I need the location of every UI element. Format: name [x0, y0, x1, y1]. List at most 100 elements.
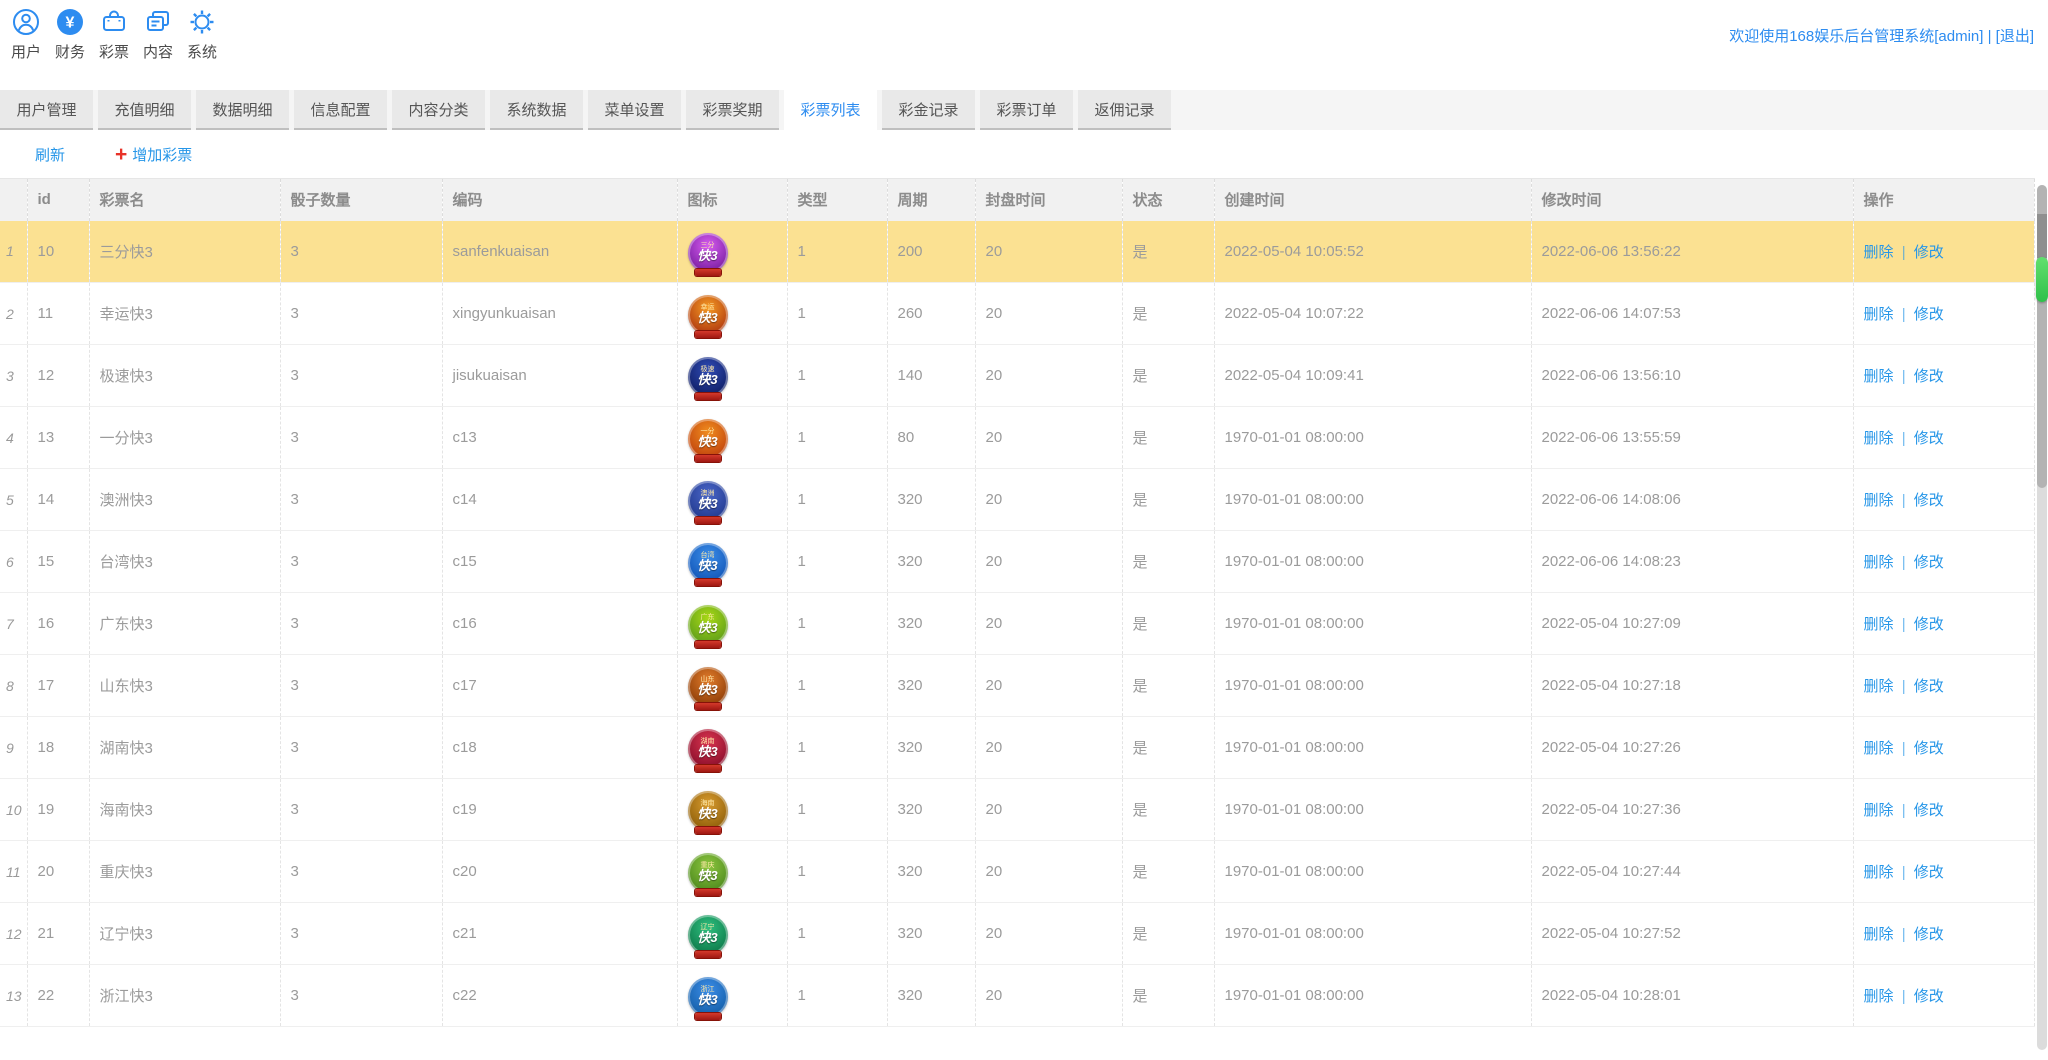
- table-row[interactable]: 7 16 广东快3 3 c16 广东 快3 1 320 20 是 1970-01…: [0, 593, 2034, 655]
- edit-link[interactable]: 修改: [1914, 244, 1944, 261]
- delete-link[interactable]: 删除: [1864, 740, 1894, 757]
- modified-time-cell: 2022-05-04 10:27:52: [1531, 903, 1853, 965]
- close-time-cell: 20: [975, 655, 1122, 717]
- type-cell: 1: [787, 469, 887, 531]
- add-lottery-button[interactable]: + 增加彩票: [115, 144, 192, 165]
- menu-item-finance[interactable]: ¥ 财务: [48, 6, 92, 62]
- tab-lottery-periods[interactable]: 彩票奖期: [686, 90, 779, 130]
- edit-link[interactable]: 修改: [1914, 926, 1944, 943]
- column-header-code: 编码: [442, 179, 677, 221]
- tab-user-management[interactable]: 用户管理: [0, 90, 93, 130]
- cycle-cell: 200: [887, 221, 975, 283]
- menu-label: 彩票: [99, 41, 129, 62]
- tab-content-category[interactable]: 内容分类: [392, 90, 485, 130]
- tab-data-details[interactable]: 数据明细: [196, 90, 289, 130]
- actions-cell: 删除 | 修改: [1853, 717, 2034, 779]
- column-header-cycle: 周期: [887, 179, 975, 221]
- tab-bonus-records[interactable]: 彩金记录: [882, 90, 975, 130]
- edit-link[interactable]: 修改: [1914, 988, 1944, 1005]
- code-cell: c19: [442, 779, 677, 841]
- status-cell: 是: [1122, 531, 1214, 593]
- action-separator: |: [1902, 802, 1906, 819]
- table-row[interactable]: 1 10 三分快3 3 sanfenkuaisan 三分 快3 1 200 20…: [0, 221, 2034, 283]
- lottery-name-cell: 海南快3: [89, 779, 280, 841]
- tab-recharge-details[interactable]: 充值明细: [98, 90, 191, 130]
- delete-link[interactable]: 删除: [1864, 368, 1894, 385]
- scrollbar-thumb-dark-section[interactable]: [2037, 214, 2047, 258]
- edit-link[interactable]: 修改: [1914, 802, 1944, 819]
- status-cell: 是: [1122, 655, 1214, 717]
- edit-link[interactable]: 修改: [1914, 616, 1944, 633]
- table-row[interactable]: 8 17 山东快3 3 c17 山东 快3 1 320 20 是 1970-01…: [0, 655, 2034, 717]
- delete-link[interactable]: 删除: [1864, 554, 1894, 571]
- scrollbar-green-handle[interactable]: [2036, 257, 2048, 302]
- table-row[interactable]: 3 12 极速快3 3 jisukuaisan 极速 快3 1 140 20 是…: [0, 345, 2034, 407]
- table-row[interactable]: 11 20 重庆快3 3 c20 重庆 快3 1 320 20 是 1970-0…: [0, 841, 2034, 903]
- table-row[interactable]: 6 15 台湾快3 3 c15 台湾 快3 1 320 20 是 1970-01…: [0, 531, 2034, 593]
- dice-count-cell: 3: [280, 531, 442, 593]
- cycle-cell: 320: [887, 655, 975, 717]
- table-row[interactable]: 12 21 辽宁快3 3 c21 辽宁 快3 1 320 20 是 1970-0…: [0, 903, 2034, 965]
- tab-rebate-records[interactable]: 返佣记录: [1078, 90, 1171, 130]
- edit-link[interactable]: 修改: [1914, 492, 1944, 509]
- edit-link[interactable]: 修改: [1914, 864, 1944, 881]
- delete-link[interactable]: 删除: [1864, 802, 1894, 819]
- table-row[interactable]: 4 13 一分快3 3 c13 一分 快3 1 80 20 是 1970-01-…: [0, 407, 2034, 469]
- edit-link[interactable]: 修改: [1914, 306, 1944, 323]
- delete-link[interactable]: 删除: [1864, 492, 1894, 509]
- edit-link[interactable]: 修改: [1914, 678, 1944, 695]
- delete-link[interactable]: 删除: [1864, 306, 1894, 323]
- table-row[interactable]: 9 18 湖南快3 3 c18 湖南 快3 1 320 20 是 1970-01…: [0, 717, 2034, 779]
- menu-item-system[interactable]: 系统: [180, 6, 224, 62]
- menu-item-content[interactable]: 内容: [136, 6, 180, 62]
- icon-cell: 幸运 快3: [677, 283, 787, 345]
- tab-lottery-orders[interactable]: 彩票订单: [980, 90, 1073, 130]
- row-number-cell: 4: [0, 407, 27, 469]
- tab-system-data[interactable]: 系统数据: [490, 90, 583, 130]
- table-row[interactable]: 10 19 海南快3 3 c19 海南 快3 1 320 20 是 1970-0…: [0, 779, 2034, 841]
- table-row[interactable]: 2 11 幸运快3 3 xingyunkuaisan 幸运 快3 1 260 2…: [0, 283, 2034, 345]
- delete-link[interactable]: 删除: [1864, 678, 1894, 695]
- edit-link[interactable]: 修改: [1914, 554, 1944, 571]
- row-number-cell: 12: [0, 903, 27, 965]
- tab-info-config[interactable]: 信息配置: [294, 90, 387, 130]
- close-time-cell: 20: [975, 407, 1122, 469]
- delete-link[interactable]: 删除: [1864, 430, 1894, 447]
- lottery-name-cell: 幸运快3: [89, 283, 280, 345]
- tab-menu-settings[interactable]: 菜单设置: [588, 90, 681, 130]
- row-number-cell: 11: [0, 841, 27, 903]
- actions-cell: 删除 | 修改: [1853, 531, 2034, 593]
- created-time-cell: 1970-01-01 08:00:00: [1214, 655, 1531, 717]
- row-number-cell: 2: [0, 283, 27, 345]
- lottery-name-cell: 山东快3: [89, 655, 280, 717]
- delete-link[interactable]: 删除: [1864, 864, 1894, 881]
- code-cell: c22: [442, 965, 677, 1027]
- edit-link[interactable]: 修改: [1914, 430, 1944, 447]
- type-cell: 1: [787, 221, 887, 283]
- action-separator: |: [1902, 244, 1906, 261]
- tab-lottery-list[interactable]: 彩票列表: [784, 90, 877, 130]
- dice-count-cell: 3: [280, 841, 442, 903]
- delete-link[interactable]: 删除: [1864, 988, 1894, 1005]
- table-row[interactable]: 5 14 澳洲快3 3 c14 澳洲 快3 1 320 20 是 1970-01…: [0, 469, 2034, 531]
- code-cell: sanfenkuaisan: [442, 221, 677, 283]
- edit-link[interactable]: 修改: [1914, 368, 1944, 385]
- badge-ribbon: [695, 331, 721, 338]
- edit-link[interactable]: 修改: [1914, 740, 1944, 757]
- icon-cell: 山东 快3: [677, 655, 787, 717]
- dice-count-cell: 3: [280, 407, 442, 469]
- close-time-cell: 20: [975, 283, 1122, 345]
- menu-label: 财务: [55, 41, 85, 62]
- table-row[interactable]: 13 22 浙江快3 3 c22 浙江 快3 1 320 20 是 1970-0…: [0, 965, 2034, 1027]
- menu-item-user[interactable]: 用户: [4, 6, 48, 62]
- delete-link[interactable]: 删除: [1864, 244, 1894, 261]
- delete-link[interactable]: 删除: [1864, 926, 1894, 943]
- cycle-cell: 320: [887, 531, 975, 593]
- created-time-cell: 1970-01-01 08:00:00: [1214, 717, 1531, 779]
- row-number-cell: 1: [0, 221, 27, 283]
- menu-item-lottery[interactable]: 彩票: [92, 6, 136, 62]
- logout-link[interactable]: [退出]: [1996, 28, 2034, 45]
- badge-ribbon: [695, 1013, 721, 1020]
- refresh-button[interactable]: 刷新: [35, 144, 65, 165]
- delete-link[interactable]: 删除: [1864, 616, 1894, 633]
